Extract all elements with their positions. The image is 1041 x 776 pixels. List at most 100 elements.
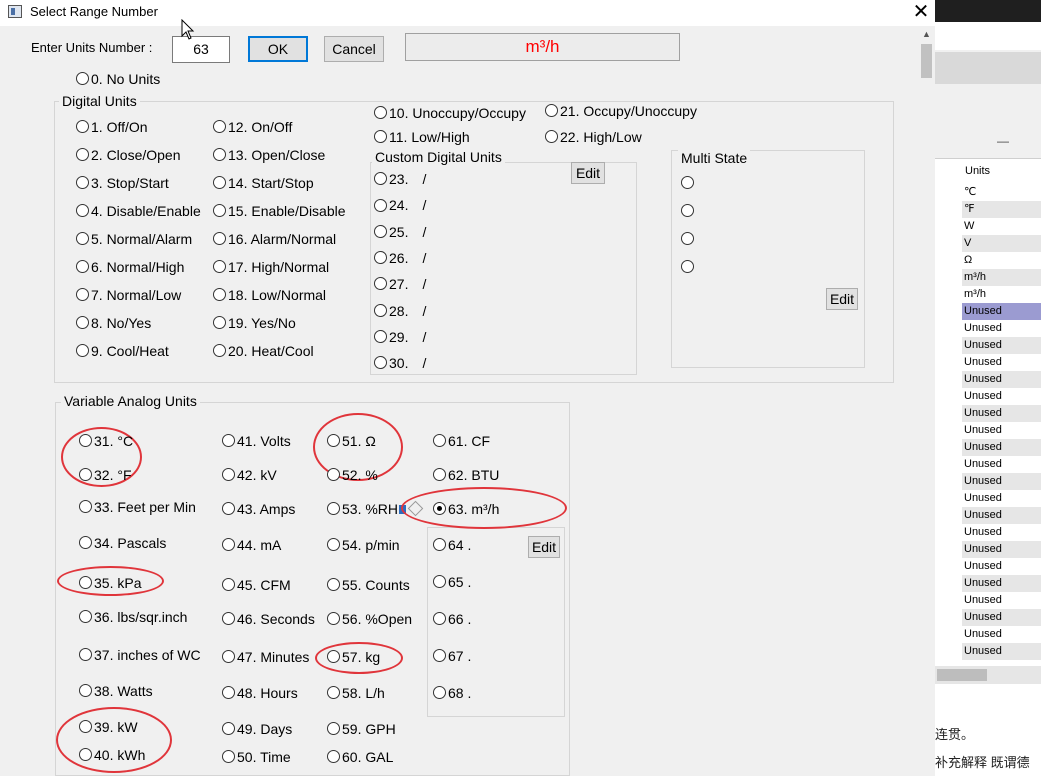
radio-circle-icon[interactable] [433, 575, 446, 589]
radio-analog-unit[interactable]: 32. °F [79, 467, 132, 485]
radio-analog-unit[interactable]: 34. Pascals [79, 535, 166, 553]
multi-state-edit-button[interactable]: Edit [826, 288, 858, 310]
radio-circle-icon[interactable] [681, 232, 694, 246]
radio-analog-unit[interactable]: 60. GAL [327, 749, 393, 767]
radio-circle-icon[interactable] [213, 204, 226, 218]
radio-circle-icon[interactable] [222, 468, 235, 482]
radio-circle-icon[interactable] [213, 176, 226, 190]
radio-circle-icon[interactable] [76, 148, 89, 162]
radio-circle-icon[interactable] [374, 198, 387, 212]
radio-circle-icon[interactable] [433, 538, 446, 552]
units-grid-row[interactable]: ℃ [962, 184, 1041, 201]
units-grid-row[interactable]: Unused [962, 558, 1041, 575]
radio-custom-digital[interactable]: 25. / [374, 224, 426, 242]
radio-custom-digital[interactable]: 23. / [374, 171, 426, 189]
radio-circle-icon[interactable] [327, 538, 340, 552]
radio-analog-unit[interactable]: 43. Amps [222, 501, 295, 519]
radio-analog-unit[interactable]: 39. kW [79, 719, 138, 737]
radio-custom-digital[interactable]: 28. / [374, 303, 426, 321]
radio-circle-icon[interactable] [222, 722, 235, 736]
radio-custom-analog[interactable]: 68 . [433, 685, 471, 703]
radio-digital-unit[interactable]: 2. Close/Open [76, 147, 181, 165]
radio-circle-icon[interactable] [222, 434, 235, 448]
radio-circle-icon[interactable] [79, 536, 92, 550]
radio-circle-icon[interactable] [76, 316, 89, 330]
radio-digital-unit[interactable]: 18. Low/Normal [213, 287, 326, 305]
radio-analog-unit[interactable]: 52. % [327, 467, 378, 485]
radio-circle-icon[interactable] [213, 316, 226, 330]
units-grid-row[interactable]: Unused [962, 405, 1041, 422]
units-grid-row[interactable]: m³/h [962, 286, 1041, 303]
units-grid-row[interactable]: m³/h [962, 269, 1041, 286]
radio-circle-icon[interactable] [79, 684, 92, 698]
radio-multi-state[interactable] [681, 175, 696, 193]
radio-circle-icon[interactable] [79, 648, 92, 662]
radio-multi-state[interactable] [681, 203, 696, 221]
radio-analog-unit[interactable]: 45. CFM [222, 577, 291, 595]
radio-analog-unit[interactable]: 35. kPa [79, 575, 141, 593]
custom-digital-edit-button[interactable]: Edit [571, 162, 605, 184]
ok-button[interactable]: OK [248, 36, 308, 62]
radio-digital-unit[interactable]: 19. Yes/No [213, 315, 296, 333]
radio-circle-icon[interactable] [213, 344, 226, 358]
radio-circle-icon[interactable] [433, 649, 446, 663]
units-grid-row[interactable]: Unused [962, 303, 1041, 320]
radio-circle-icon[interactable] [545, 104, 558, 118]
radio-circle-icon[interactable] [213, 288, 226, 302]
radio-circle-icon[interactable] [327, 468, 340, 482]
radio-circle-icon[interactable] [433, 434, 446, 448]
radio-circle-icon[interactable] [327, 502, 340, 516]
radio-custom-digital[interactable]: 24. / [374, 197, 426, 215]
units-grid-row[interactable]: Unused [962, 354, 1041, 371]
radio-circle-icon[interactable] [79, 748, 92, 762]
radio-circle-icon[interactable] [222, 612, 235, 626]
radio-custom-digital[interactable]: 26. / [374, 250, 426, 268]
radio-digital-unit[interactable]: 17. High/Normal [213, 259, 329, 277]
radio-circle-icon[interactable] [327, 722, 340, 736]
radio-circle-icon[interactable] [76, 232, 89, 246]
radio-circle-icon[interactable] [681, 260, 694, 274]
radio-analog-unit[interactable]: 49. Days [222, 721, 292, 739]
radio-circle-icon[interactable] [213, 232, 226, 246]
radio-multi-state[interactable] [681, 259, 696, 277]
radio-custom-digital[interactable]: 29. / [374, 329, 426, 347]
units-grid-row[interactable]: Unused [962, 575, 1041, 592]
units-grid-row[interactable]: Unused [962, 490, 1041, 507]
radio-digital-unit[interactable]: 4. Disable/Enable [76, 203, 201, 221]
radio-analog-unit[interactable]: 55. Counts [327, 577, 410, 595]
units-grid-row[interactable]: ℉ [962, 201, 1041, 218]
radio-no-units[interactable]: 0. No Units [76, 71, 160, 89]
radio-circle-icon[interactable] [374, 224, 387, 238]
radio-circle-icon[interactable] [79, 610, 92, 624]
radio-circle-icon[interactable] [327, 578, 340, 592]
radio-analog-unit[interactable]: 33. Feet per Min [79, 499, 196, 517]
units-grid-scroll-thumb[interactable] [937, 669, 987, 681]
radio-analog-unit[interactable]: 42. kV [222, 467, 277, 485]
radio-custom-analog[interactable]: 66 . [433, 611, 471, 629]
radio-circle-icon[interactable] [222, 686, 235, 700]
radio-circle-icon[interactable] [327, 434, 340, 448]
radio-circle-icon[interactable] [374, 303, 387, 317]
radio-circle-icon[interactable] [76, 204, 89, 218]
radio-circle-icon[interactable] [76, 288, 89, 302]
radio-analog-unit[interactable]: 56. %Open [327, 611, 412, 629]
radio-analog-unit[interactable]: 31. °C [79, 433, 133, 451]
units-grid-row[interactable]: Unused [962, 439, 1041, 456]
radio-custom-analog[interactable]: 65 . [433, 574, 471, 592]
radio-digital-unit[interactable]: 12. On/Off [213, 119, 292, 137]
radio-digital-unit[interactable]: 7. Normal/Low [76, 287, 181, 305]
units-column-header[interactable]: Units [965, 165, 990, 177]
dialog-scrollbar[interactable]: ▲ [918, 26, 935, 776]
radio-analog-unit[interactable]: 38. Watts [79, 683, 153, 701]
units-grid-row[interactable]: Unused [962, 643, 1041, 660]
radio-circle-icon[interactable] [433, 468, 446, 482]
radio-analog-unit[interactable]: 61. CF [433, 433, 490, 451]
radio-circle-icon[interactable] [374, 277, 387, 291]
units-grid-row[interactable]: Unused [962, 609, 1041, 626]
radio-digital-unit[interactable]: 21. Occupy/Unoccupy [545, 103, 697, 121]
radio-digital-unit[interactable]: 10. Unoccupy/Occupy [374, 105, 526, 123]
radio-analog-unit[interactable]: 62. BTU [433, 467, 499, 485]
radio-circle-icon[interactable] [681, 204, 694, 218]
radio-circle-icon[interactable] [222, 538, 235, 552]
radio-digital-unit[interactable]: 14. Start/Stop [213, 175, 314, 193]
